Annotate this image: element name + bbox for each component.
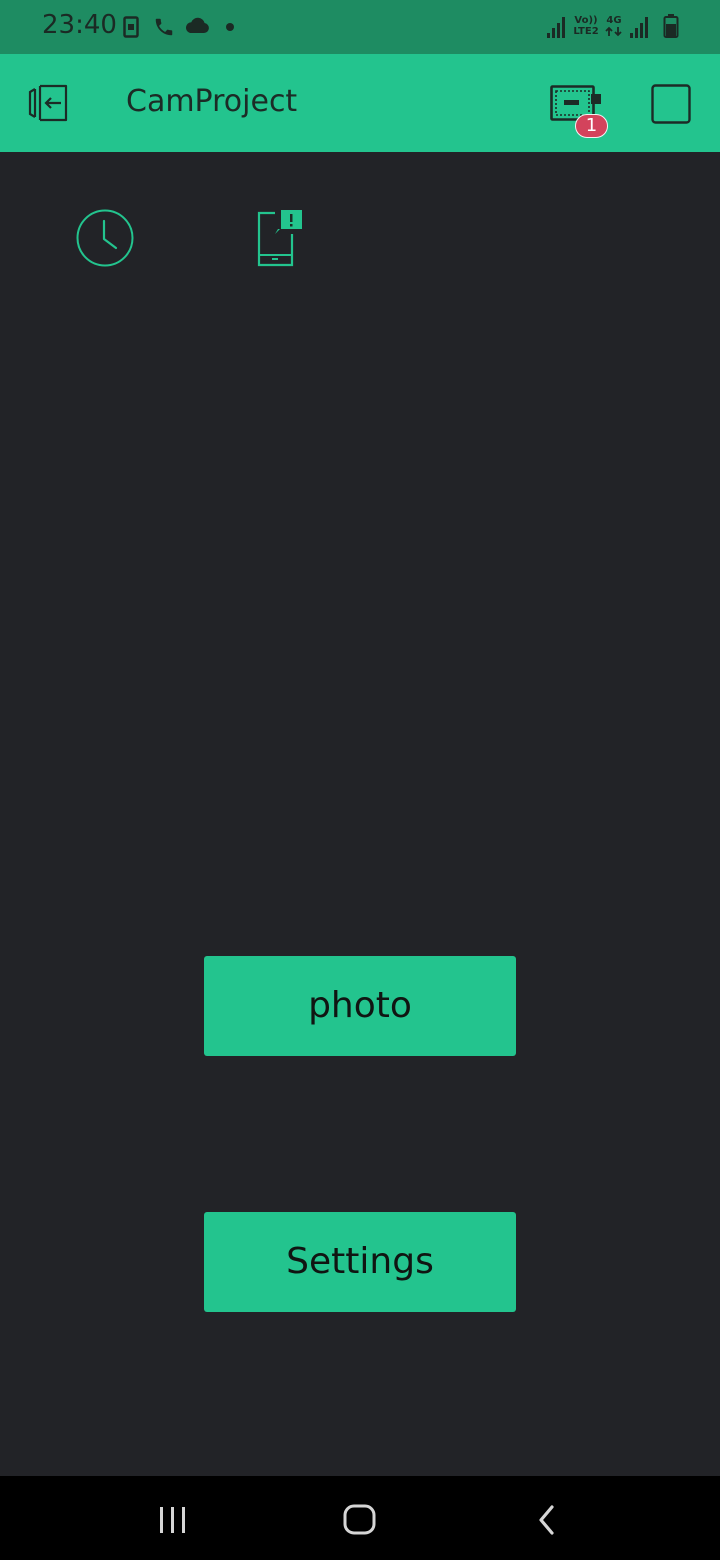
sim-icon <box>123 16 139 38</box>
status-time: 23:40 <box>42 10 117 40</box>
volte-label-bottom: LTE2 <box>573 26 599 37</box>
app-screen: 23:40 Vo)) LTE2 4G CamProject 1 photo Se… <box>0 0 720 1560</box>
volte-label-top: Vo)) <box>574 15 598 26</box>
volte-label: Vo)) LTE2 <box>570 15 602 37</box>
signal-icon <box>547 17 565 38</box>
recents-icon[interactable] <box>158 1506 188 1534</box>
exit-icon[interactable] <box>28 82 70 124</box>
signal-icon-2 <box>630 17 648 38</box>
app-title: CamProject <box>126 84 298 119</box>
battery-icon <box>663 14 679 38</box>
notification-badge: 1 <box>575 114 608 138</box>
app-bar: CamProject 1 <box>0 54 720 152</box>
network-label: 4G <box>606 15 622 26</box>
data-arrows-icon <box>605 26 622 37</box>
clock-icon[interactable] <box>76 209 134 267</box>
dot-icon <box>226 23 234 31</box>
network-type: 4G <box>603 15 625 40</box>
notification-icon[interactable] <box>257 208 305 268</box>
stop-icon[interactable] <box>651 84 691 124</box>
photo-button[interactable]: photo <box>204 956 516 1056</box>
home-icon[interactable] <box>343 1504 377 1536</box>
cloud-icon <box>185 17 209 33</box>
back-icon[interactable] <box>536 1504 558 1536</box>
navigation-bar <box>0 1476 720 1560</box>
status-bar: 23:40 Vo)) LTE2 4G <box>0 0 720 54</box>
phone-icon <box>155 18 173 36</box>
settings-button[interactable]: Settings <box>204 1212 516 1312</box>
